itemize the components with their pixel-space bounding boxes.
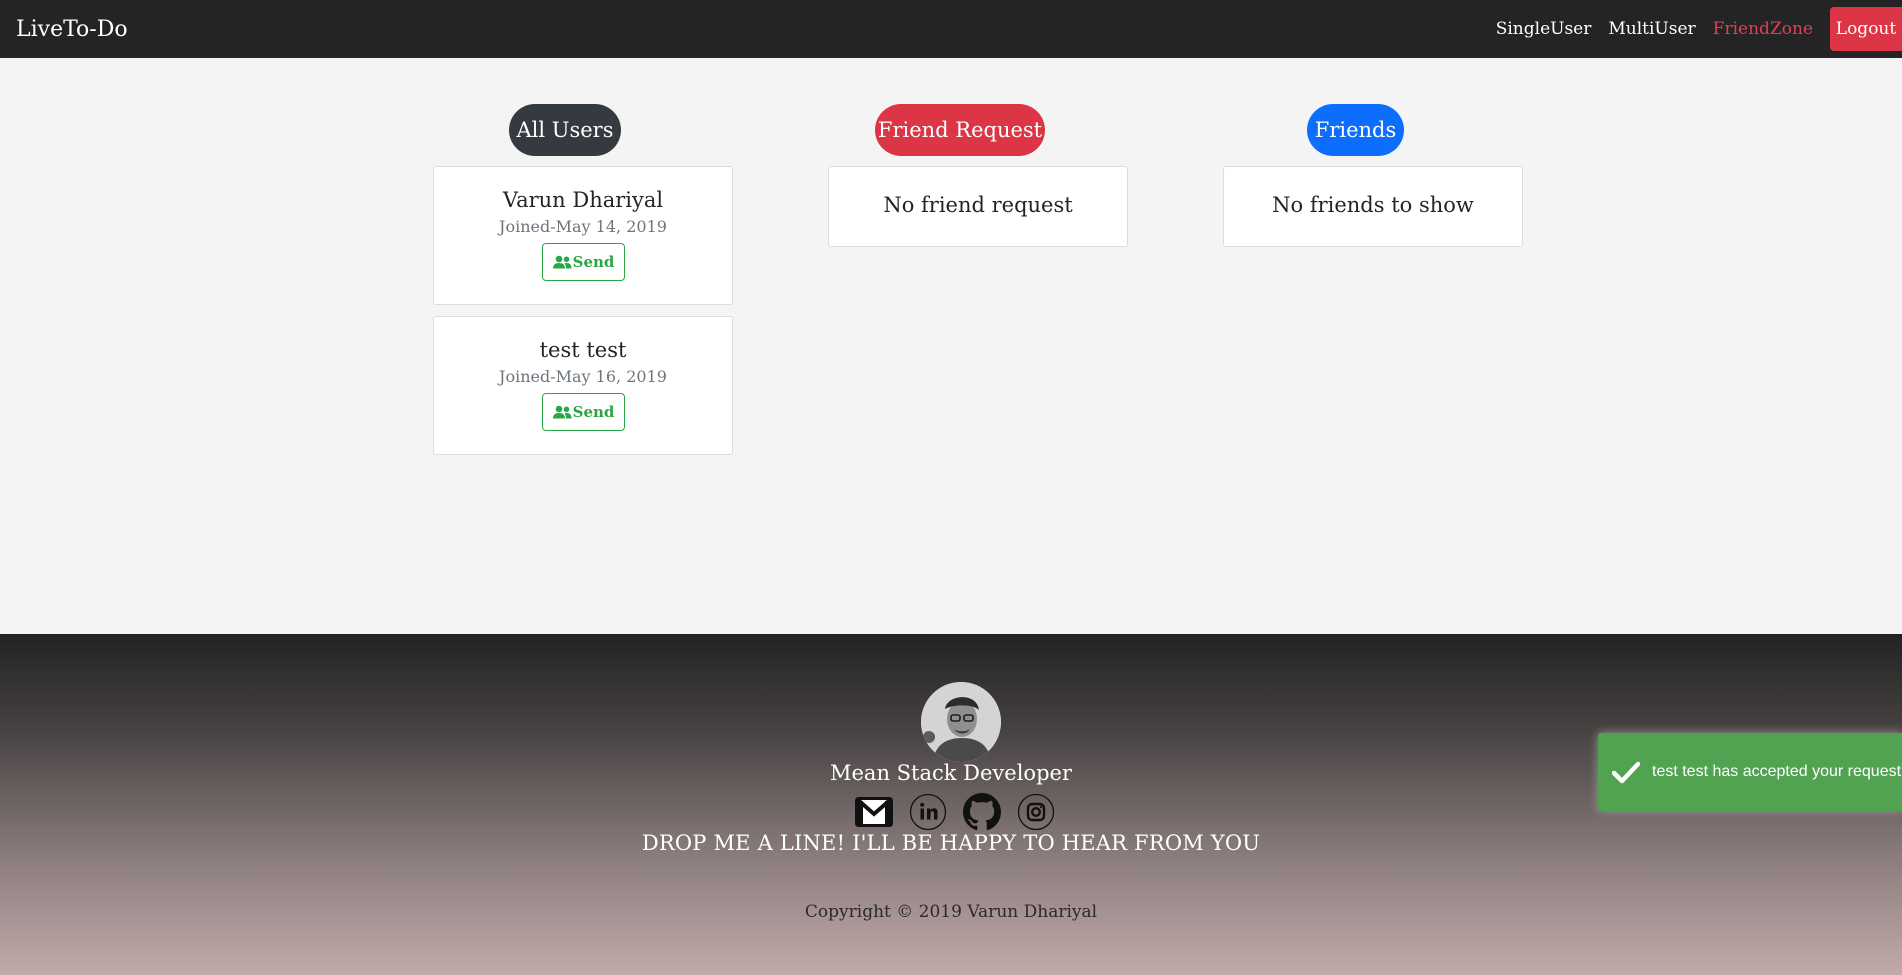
navbar: LiveTo-Do SingleUser MultiUser FriendZon… bbox=[0, 0, 1902, 58]
avatar bbox=[921, 682, 1001, 762]
send-button-label: Send bbox=[572, 253, 615, 271]
success-toast[interactable]: test test has accepted your request bbox=[1598, 733, 1902, 811]
github-icon[interactable] bbox=[963, 792, 1001, 832]
friends-empty-card: No friends to show bbox=[1223, 166, 1523, 247]
send-request-button[interactable]: Send bbox=[541, 393, 625, 431]
friend-request-empty-card: No friend request bbox=[828, 166, 1128, 247]
main-content: All Users Varun Dhariyal Joined-May 14, … bbox=[0, 58, 1902, 634]
copyright-text: Copyright © 2019 Varun Dhariyal bbox=[804, 902, 1098, 922]
gmail-icon[interactable] bbox=[855, 792, 893, 832]
user-joined-date: Joined-May 14, 2019 bbox=[499, 217, 667, 236]
brand-logo[interactable]: LiveTo-Do bbox=[16, 17, 128, 42]
user-name: Varun Dhariyal bbox=[502, 188, 664, 212]
social-links bbox=[855, 792, 1070, 832]
linkedin-icon[interactable] bbox=[909, 792, 947, 832]
user-group-icon bbox=[552, 255, 572, 269]
check-icon bbox=[1612, 761, 1640, 784]
nav-link-singleuser[interactable]: SingleUser bbox=[1496, 19, 1592, 39]
profile-photo bbox=[921, 682, 1001, 762]
friend-request-heading: Friend Request bbox=[875, 104, 1045, 156]
user-group-icon bbox=[552, 405, 572, 419]
user-joined-date: Joined-May 16, 2019 bbox=[499, 367, 667, 386]
nav-link-multiuser[interactable]: MultiUser bbox=[1608, 19, 1695, 39]
user-card: test test Joined-May 16, 2019 Send bbox=[433, 316, 733, 455]
nav-link-friendzone[interactable]: FriendZone bbox=[1713, 19, 1813, 39]
instagram-icon[interactable] bbox=[1017, 792, 1055, 832]
nav-links: SingleUser MultiUser FriendZone Logout bbox=[1496, 0, 1902, 58]
send-request-button[interactable]: Send bbox=[541, 243, 625, 281]
send-button-label: Send bbox=[572, 403, 615, 421]
toast-message: test test has accepted your request bbox=[1652, 763, 1902, 780]
all-users-heading: All Users bbox=[509, 104, 621, 156]
user-name: test test bbox=[539, 338, 627, 362]
logout-button[interactable]: Logout bbox=[1830, 7, 1902, 51]
friends-heading: Friends bbox=[1307, 104, 1404, 156]
user-card: Varun Dhariyal Joined-May 14, 2019 Send bbox=[433, 166, 733, 305]
footer-tagline: DROP ME A LINE! I'LL BE HAPPY TO HEAR FR… bbox=[641, 831, 1261, 855]
